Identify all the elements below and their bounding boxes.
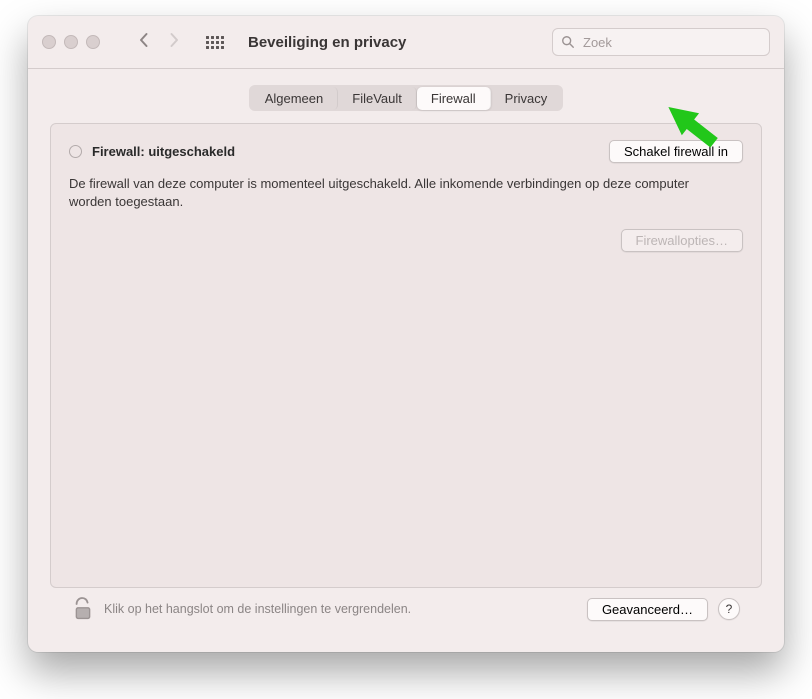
firewall-description: De firewall van deze computer is momente… <box>69 175 689 211</box>
search-input[interactable] <box>581 34 761 51</box>
firewall-status-row: Firewall: uitgeschakeld Schakel firewall… <box>69 140 743 163</box>
tab-filevault[interactable]: FileVault <box>338 87 417 110</box>
tabs-row: Algemeen FileVault Firewall Privacy <box>28 69 784 123</box>
tab-privacy[interactable]: Privacy <box>491 87 562 110</box>
tab-segmented-control: Algemeen FileVault Firewall Privacy <box>249 85 563 111</box>
page-title: Beveiliging en privacy <box>248 34 406 51</box>
panel-wrap: Firewall: uitgeschakeld Schakel firewall… <box>28 123 784 652</box>
status-indicator-off-icon <box>69 145 82 158</box>
tab-firewall[interactable]: Firewall <box>417 87 491 110</box>
forward-button[interactable] <box>164 32 184 52</box>
show-all-icon[interactable] <box>202 32 228 53</box>
back-button[interactable] <box>134 32 154 52</box>
zoom-window-button[interactable] <box>86 35 100 49</box>
search-icon <box>561 35 575 49</box>
footer: Klik op het hangslot om de instellingen … <box>50 588 762 638</box>
window-controls <box>42 35 100 49</box>
minimize-window-button[interactable] <box>64 35 78 49</box>
close-window-button[interactable] <box>42 35 56 49</box>
tab-algemeen[interactable]: Algemeen <box>251 87 339 110</box>
toolbar: Beveiliging en privacy <box>28 16 784 68</box>
advanced-button[interactable]: Geavanceerd… <box>587 598 708 621</box>
lock-open-icon[interactable] <box>72 596 94 622</box>
help-button[interactable]: ? <box>718 598 740 620</box>
lock-hint-text: Klik op het hangslot om de instellingen … <box>104 602 411 616</box>
firewall-options-button: Firewallopties… <box>621 229 743 252</box>
system-preferences-window: Beveiliging en privacy Algemeen FileVaul… <box>28 16 784 652</box>
search-field[interactable] <box>552 28 770 56</box>
firewall-panel: Firewall: uitgeschakeld Schakel firewall… <box>50 123 762 588</box>
enable-firewall-button[interactable]: Schakel firewall in <box>609 140 743 163</box>
firewall-status-label: Firewall: uitgeschakeld <box>92 144 235 159</box>
